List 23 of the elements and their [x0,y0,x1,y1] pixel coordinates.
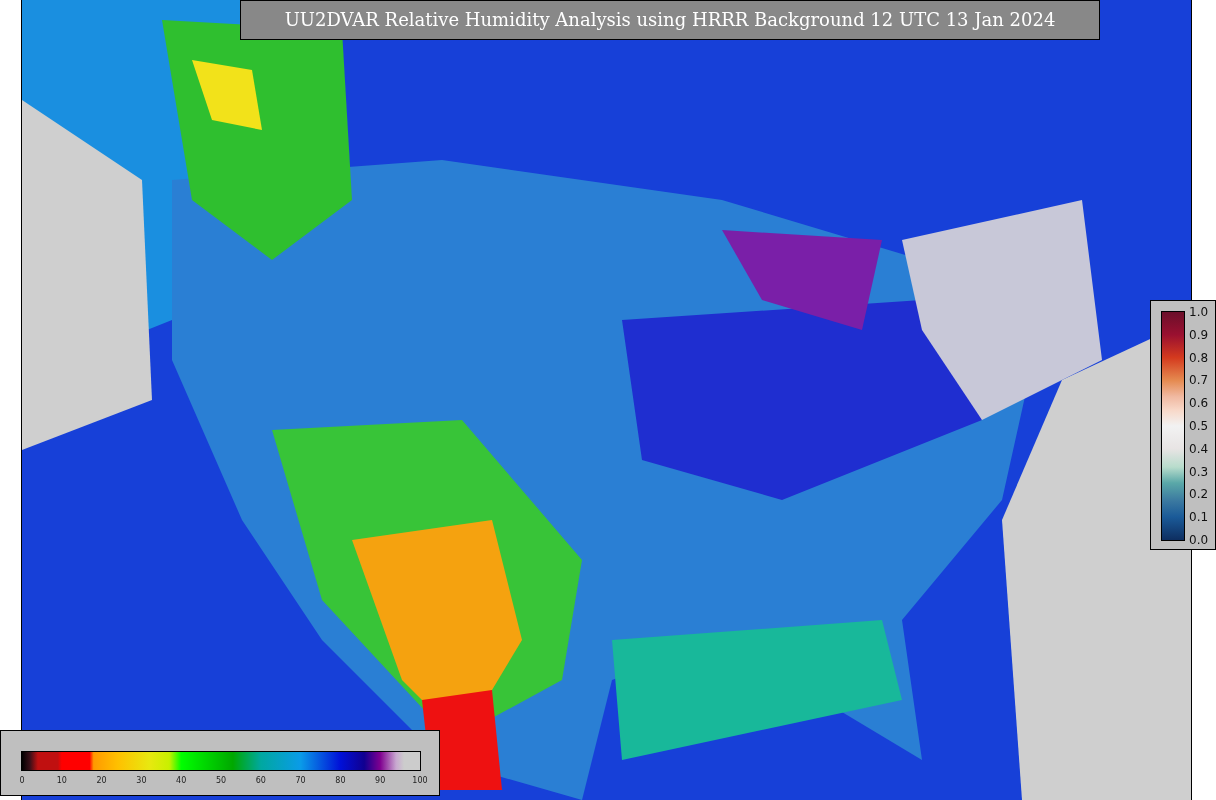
tick-label: 0.2 [1189,487,1209,502]
tick-label: 0.9 [1189,327,1209,342]
tick-label: 0 [19,776,25,785]
tick-label: 30 [136,776,147,785]
tick-label: 0.3 [1189,464,1209,479]
tick-label: 90 [375,776,386,785]
tick-label: 10 [56,776,67,785]
tick-label: 0.1 [1189,510,1209,525]
tick-label: 0.5 [1189,419,1209,433]
tick-label: 80 [335,776,346,785]
tick-label: 40 [176,776,187,785]
tick-label: 70 [295,776,306,785]
tick-label: 0.7 [1189,373,1209,388]
tick-label: 50 [215,776,227,785]
tick-label: 0.4 [1189,441,1209,456]
tick-label: 0.8 [1189,350,1209,365]
tick-label: 0.6 [1189,396,1209,411]
tick-label: 100 [412,776,428,785]
tick-label: 0.0 [1189,533,1209,547]
tick-label: 60 [255,776,266,785]
tick-label: 20 [96,776,107,785]
tick-label: 1.0 [1189,305,1209,319]
map-title: UU2DVAR Relative Humidity Analysis using HRRR Background 12 UTC 13 Jan 2024 [240,0,1100,40]
